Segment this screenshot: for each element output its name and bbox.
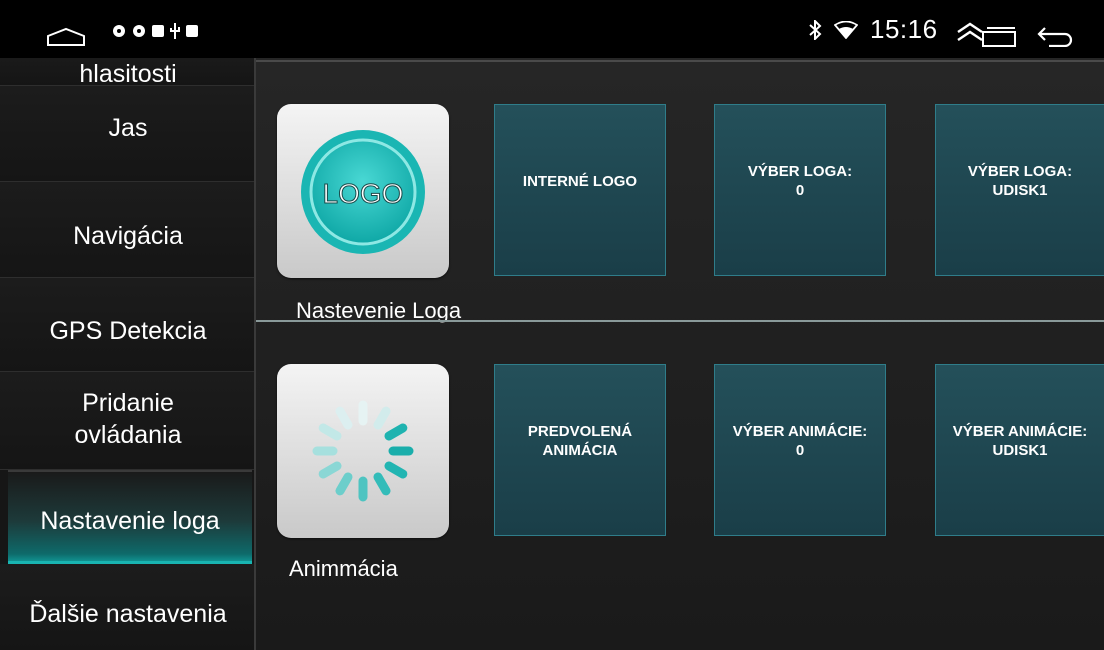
default-animation-tile[interactable]: PREDVOLENÁ ANIMÁCIA	[494, 364, 666, 536]
home-icon[interactable]	[46, 27, 86, 47]
sidebar: hlasitosti Jas Navigácia GPS Detekcia Pr…	[0, 58, 256, 650]
sidebar-item-label: Pridanie ovládania	[74, 388, 182, 449]
animation-section-label: Animmácia	[289, 556, 398, 581]
wifi-icon	[834, 21, 858, 39]
divider	[256, 60, 1104, 62]
stop-icon	[152, 25, 164, 37]
logo-settings-icon[interactable]: LOGO	[277, 104, 449, 278]
sidebar-item-label: Jas	[108, 113, 148, 142]
sidebar-item-label: GPS Detekcia	[49, 316, 207, 345]
loading-spinner-icon	[312, 400, 414, 502]
stop-icon	[186, 25, 198, 37]
animation-select-0-tile[interactable]: VÝBER ANIMÁCIE: 0	[714, 364, 886, 536]
tile-label: VÝBER ANIMÁCIE: 0	[732, 423, 868, 459]
sidebar-item-label: Navigácia	[73, 221, 183, 250]
back-icon[interactable]	[1037, 25, 1075, 47]
sidebar-item-navigation[interactable]: Navigácia	[0, 182, 256, 278]
bluetooth-icon	[809, 20, 822, 40]
logo-select-udisk-tile[interactable]: VÝBER LOGA: UDISK1	[935, 104, 1104, 276]
notification-icon	[113, 25, 125, 37]
internal-logo-tile[interactable]: INTERNÉ LOGO	[494, 104, 666, 276]
tile-label: VÝBER ANIMÁCIE: UDISK1	[952, 423, 1088, 459]
tile-label: INTERNÉ LOGO	[522, 172, 638, 190]
sidebar-item-label: hlasitosti	[79, 60, 177, 88]
sidebar-item-label: Ďalšie nastavenia	[29, 600, 227, 628]
logo-circle-icon: LOGO	[301, 130, 425, 254]
usb-icon	[170, 23, 180, 39]
sidebar-item-more-settings[interactable]: Ďalšie nastavenia	[0, 564, 256, 650]
sidebar-item-steering-control[interactable]: Pridanie ovládania	[0, 372, 256, 470]
svg-text:LOGO: LOGO	[323, 178, 404, 209]
notification-icon	[133, 25, 145, 37]
section-divider	[256, 320, 1104, 322]
sidebar-item-label: Nastavenie loga	[40, 506, 220, 535]
status-bar: 15:16	[0, 0, 1104, 58]
tile-label: VÝBER LOGA: 0	[747, 163, 853, 199]
clock: 15:16	[870, 14, 938, 44]
sidebar-item-brightness[interactable]: Jas	[0, 86, 256, 182]
tile-label: VÝBER LOGA: UDISK1	[967, 163, 1073, 199]
sidebar-item-volume[interactable]: hlasitosti	[0, 58, 256, 88]
chevron-up-icon[interactable]	[955, 22, 985, 42]
animation-select-udisk-tile[interactable]: VÝBER ANIMÁCIE: UDISK1	[935, 364, 1104, 536]
notification-icons	[112, 23, 198, 39]
logo-select-0-tile[interactable]: VÝBER LOGA: 0	[714, 104, 886, 276]
sidebar-item-gps-detection[interactable]: GPS Detekcia	[0, 278, 256, 372]
recents-icon[interactable]	[982, 27, 1016, 47]
tile-label: PREDVOLENÁ ANIMÁCIA	[527, 423, 633, 459]
animation-settings-icon[interactable]	[277, 364, 449, 538]
sidebar-item-logo-settings[interactable]: Nastavenie loga	[8, 470, 252, 564]
